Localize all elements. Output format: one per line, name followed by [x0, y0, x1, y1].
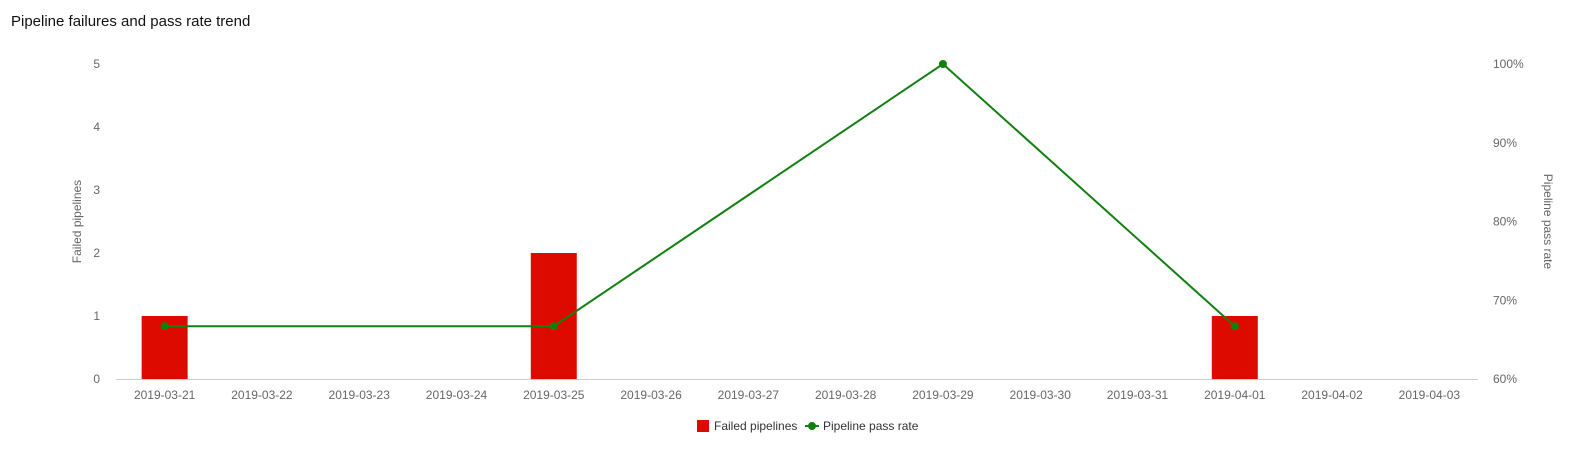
legend-label-pass-rate[interactable]: Pipeline pass rate	[823, 419, 919, 433]
legend-swatch-failed-pipelines[interactable]	[697, 420, 709, 432]
x-tick-label: 2019-04-02	[1301, 388, 1363, 402]
y2-tick-label: 100%	[1493, 57, 1524, 71]
axes: 0 1 2 3 4 5 60% 70% 80% 90% 100% 2019-03-21 2019-03-…	[70, 57, 1555, 402]
x-tick-label: 2019-03-23	[329, 388, 391, 402]
y-tick-label: 2	[93, 246, 100, 260]
x-tick-label: 2019-03-22	[231, 388, 293, 402]
x-tick-label: 2019-03-29	[912, 388, 974, 402]
pass-rate-point[interactable]	[938, 60, 947, 68]
x-tick-label: 2019-03-24	[426, 388, 488, 402]
legend-swatch-pass-rate-point[interactable]	[808, 422, 816, 430]
y2-tick-label: 80%	[1493, 215, 1517, 229]
y2-tick-label: 90%	[1493, 136, 1517, 150]
y2-tick-label: 70%	[1493, 293, 1517, 307]
pass-rate-point[interactable]	[1230, 322, 1239, 331]
x-tick-label: 2019-03-31	[1107, 388, 1169, 402]
line-series	[160, 60, 1239, 331]
x-tick-label: 2019-03-21	[134, 388, 196, 402]
x-tick-label: 2019-03-27	[718, 388, 780, 402]
x-tick-label: 2019-04-01	[1204, 388, 1266, 402]
y-tick-label: 1	[93, 309, 100, 323]
legend-label-failed-pipelines[interactable]: Failed pipelines	[714, 419, 797, 433]
x-tick-label: 2019-03-30	[1010, 388, 1072, 402]
pass-rate-point[interactable]	[160, 322, 169, 331]
y-tick-label: 3	[93, 183, 100, 197]
bar-series	[141, 253, 1258, 379]
y2-tick-label: 60%	[1493, 372, 1517, 386]
pass-rate-point[interactable]	[549, 322, 558, 331]
x-tick-label: 2019-03-26	[620, 388, 682, 402]
y2-axis-title: Pipeline pass rate	[1541, 174, 1555, 270]
x-tick-label: 2019-04-03	[1399, 388, 1461, 402]
legend: Failed pipelines Pipeline pass rate	[697, 419, 919, 433]
y-axis-title: Failed pipelines	[70, 180, 84, 263]
y-tick-label: 5	[93, 57, 100, 71]
chart: 0 1 2 3 4 5 60% 70% 80% 90% 100% 2019-03-21 2019-03-…	[70, 57, 1555, 433]
x-tick-label: 2019-03-28	[815, 388, 877, 402]
x-tick-label: 2019-03-25	[523, 388, 585, 402]
pass-rate-line	[164, 62, 1236, 328]
y-tick-label: 0	[93, 372, 100, 386]
y-tick-label: 4	[93, 120, 100, 134]
